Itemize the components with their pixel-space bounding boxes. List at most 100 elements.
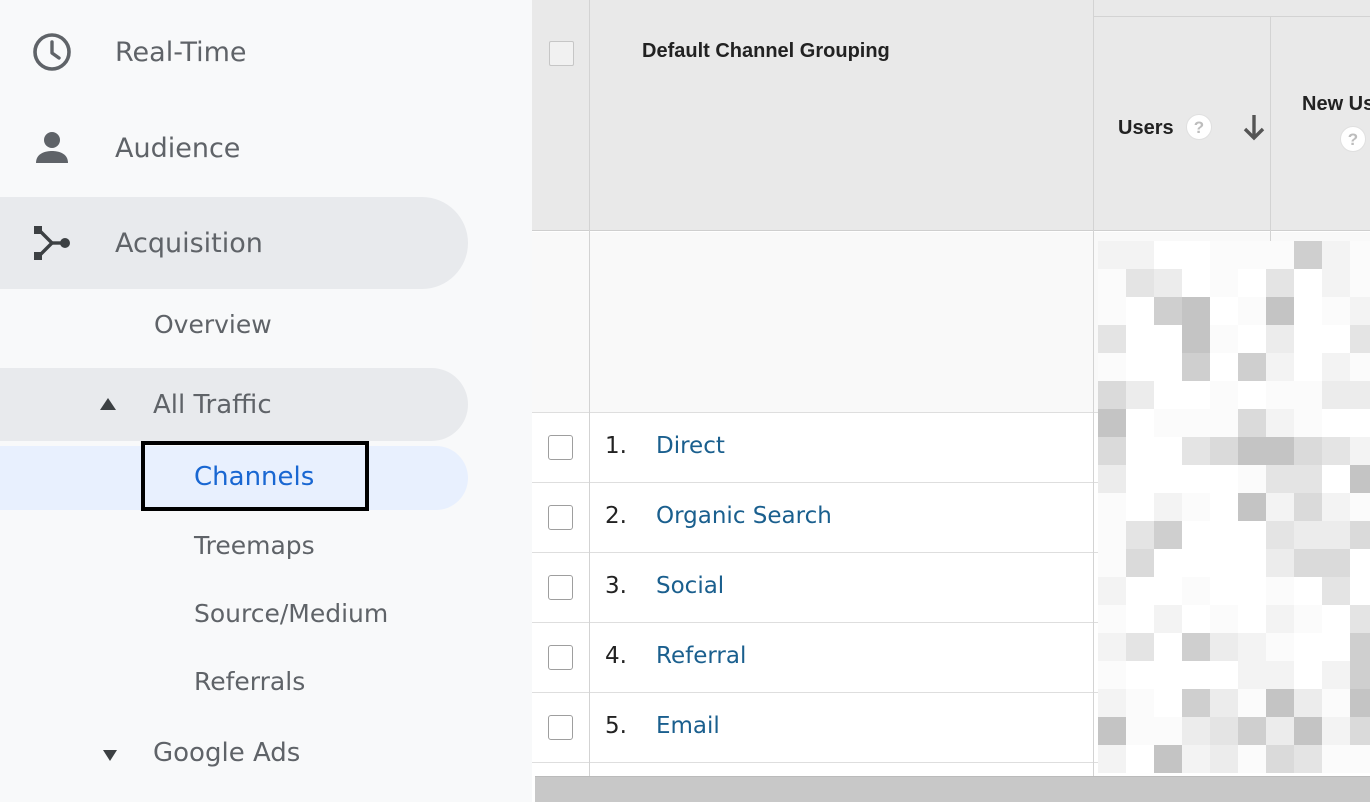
pixel-block: [1350, 353, 1370, 381]
pixel-block: [1294, 325, 1322, 353]
pixel-block: [1350, 241, 1370, 269]
pixel-block: [1154, 521, 1182, 549]
horizontal-scrollbar[interactable]: [535, 776, 1370, 802]
pixel-block: [1266, 437, 1294, 465]
row-checkbox[interactable]: [548, 645, 573, 670]
nav-realtime[interactable]: Real-Time: [0, 6, 468, 98]
pixel-block: [1154, 297, 1182, 325]
pixel-block: [1210, 633, 1238, 661]
pixel-block: [1182, 325, 1210, 353]
channel-link[interactable]: Direct: [656, 433, 725, 459]
pixel-block: [1294, 381, 1322, 409]
pixel-block: [1210, 353, 1238, 381]
pixel-block: [1182, 605, 1210, 633]
pixel-block: [1210, 549, 1238, 577]
pixel-block: [1266, 493, 1294, 521]
select-all-checkbox[interactable]: [549, 41, 574, 66]
row-checkbox[interactable]: [548, 435, 573, 460]
nav-audience-label: Audience: [115, 132, 241, 164]
arrow-down-icon[interactable]: [1240, 112, 1268, 142]
nav-all-traffic-label: All Traffic: [153, 390, 272, 420]
column-divider: [1093, 0, 1094, 776]
pixel-block: [1294, 269, 1322, 297]
pixel-block: [1266, 745, 1294, 773]
nav-all-traffic[interactable]: All Traffic: [0, 368, 468, 441]
pixel-block: [1238, 269, 1266, 297]
pixel-block: [1098, 437, 1126, 465]
pixel-block: [1294, 717, 1322, 745]
pixel-block: [1126, 269, 1154, 297]
row-checkbox[interactable]: [548, 505, 573, 530]
pixel-block: [1238, 661, 1266, 689]
pixel-block: [1322, 353, 1350, 381]
pixel-block: [1294, 521, 1322, 549]
help-icon[interactable]: ?: [1340, 126, 1366, 152]
pixel-block: [1182, 717, 1210, 745]
nav-google-ads[interactable]: Google Ads: [0, 732, 468, 778]
dimension-column-header[interactable]: Default Channel Grouping: [642, 40, 890, 63]
pixel-block: [1098, 745, 1126, 773]
pixel-block: [1266, 605, 1294, 633]
pixel-block: [1350, 493, 1370, 521]
pixel-block: [1098, 325, 1126, 353]
pixel-block: [1098, 409, 1126, 437]
pixel-block: [1210, 689, 1238, 717]
channel-link[interactable]: Organic Search: [656, 503, 832, 529]
pixel-block: [1322, 717, 1350, 745]
channel-link[interactable]: Social: [656, 573, 724, 599]
pixel-block: [1154, 633, 1182, 661]
pixel-block: [1350, 745, 1370, 773]
pixel-block: [1294, 493, 1322, 521]
row-index: 4.: [605, 643, 627, 669]
pixel-block: [1182, 633, 1210, 661]
users-column-header[interactable]: Users: [1118, 117, 1174, 140]
nav-referrals[interactable]: Referrals: [194, 667, 305, 696]
pixel-block: [1238, 521, 1266, 549]
pixel-block: [1154, 381, 1182, 409]
acquisition-icon: [34, 226, 70, 260]
nav-acquisition[interactable]: Acquisition: [0, 197, 468, 289]
pixel-block: [1266, 409, 1294, 437]
pixel-block: [1238, 605, 1266, 633]
pixel-block: [1210, 325, 1238, 353]
pixel-block: [1182, 465, 1210, 493]
pixel-block: [1238, 325, 1266, 353]
pixel-block: [1182, 493, 1210, 521]
channel-link[interactable]: Email: [656, 713, 720, 739]
pixel-block: [1182, 297, 1210, 325]
row-index: 5.: [605, 713, 627, 739]
pixel-block: [1210, 465, 1238, 493]
pixel-block: [1322, 437, 1350, 465]
pixel-block: [1238, 717, 1266, 745]
nav-audience[interactable]: Audience: [0, 102, 468, 194]
pixel-block: [1266, 465, 1294, 493]
nav-overview[interactable]: Overview: [154, 310, 272, 339]
pixel-block: [1098, 465, 1126, 493]
pixel-block: [1154, 661, 1182, 689]
pixel-block: [1182, 745, 1210, 773]
row-checkbox[interactable]: [548, 715, 573, 740]
channel-link[interactable]: Referral: [656, 643, 746, 669]
row-checkbox[interactable]: [548, 575, 573, 600]
pixel-block: [1210, 717, 1238, 745]
pixel-block: [1182, 661, 1210, 689]
pixel-block: [1322, 465, 1350, 493]
pixel-block: [1098, 493, 1126, 521]
help-icon[interactable]: ?: [1186, 114, 1212, 140]
pixel-block: [1210, 241, 1238, 269]
pixel-block: [1238, 549, 1266, 577]
pixel-block: [1266, 269, 1294, 297]
pixel-block: [1266, 521, 1294, 549]
new-users-column-header[interactable]: New Us: [1302, 93, 1370, 116]
pixel-block: [1294, 605, 1322, 633]
pixel-block: [1182, 269, 1210, 297]
nav-treemaps[interactable]: Treemaps: [194, 531, 315, 560]
pixel-block: [1322, 661, 1350, 689]
pixel-block: [1154, 745, 1182, 773]
pixel-block: [1322, 381, 1350, 409]
pixel-block: [1238, 633, 1266, 661]
nav-source-medium[interactable]: Source/Medium: [194, 599, 388, 628]
pixel-block: [1126, 437, 1154, 465]
pixel-block: [1350, 269, 1370, 297]
pixel-block: [1266, 381, 1294, 409]
